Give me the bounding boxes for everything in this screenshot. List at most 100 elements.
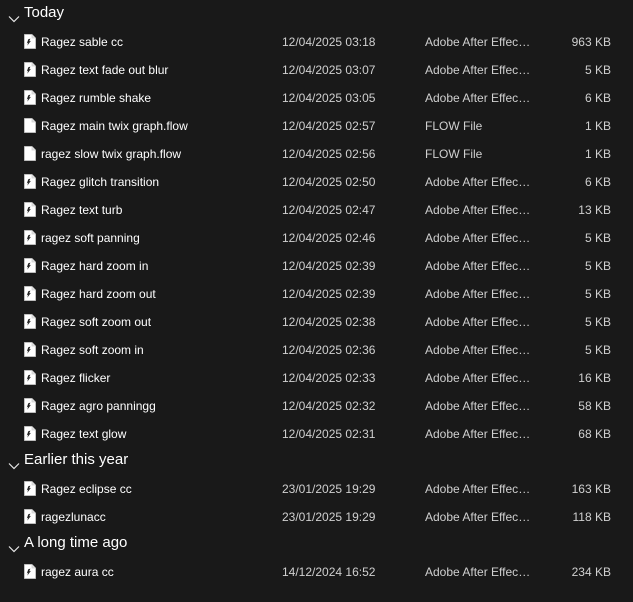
ffx-icon — [24, 509, 36, 524]
file-name[interactable]: Ragez main twix graph.flow — [41, 119, 188, 133]
file-row[interactable]: Ragez glitch transition 12/04/2025 02:50 A… — [0, 168, 633, 196]
file-row[interactable]: Ragez eclipse cc 23/01/2025 19:29 Adobe Af… — [0, 475, 633, 503]
file-size: 118 KB — [572, 510, 611, 524]
file-row[interactable]: Ragez sable cc 12/04/2025 03:18 Adobe Afte… — [0, 28, 633, 56]
file-name[interactable]: Ragez soft zoom out — [41, 315, 151, 329]
chevron-down-icon[interactable] — [8, 457, 20, 470]
file-name[interactable]: Ragez eclipse cc — [41, 482, 132, 496]
file-date-modified: 12/04/2025 02:46 — [282, 231, 376, 245]
group-title: Earlier this year — [24, 451, 129, 468]
file-size: 5 KB — [584, 63, 611, 77]
file-row[interactable]: Ragez soft zoom in 12/04/2025 02:36 Adobe … — [0, 336, 633, 364]
file-name[interactable]: ragezlunacc — [41, 510, 106, 524]
ffx-icon — [24, 426, 36, 441]
file-row[interactable]: Ragez main twix graph.flow 12/04/2025 02:… — [0, 112, 633, 140]
file-name[interactable]: ragez aura cc — [41, 565, 114, 579]
file-type: Adobe After Effects Preset — [425, 259, 533, 273]
file-date-modified: 23/01/2025 19:29 — [282, 510, 376, 524]
file-row[interactable]: Ragez text turb 12/04/2025 02:47 Adobe Aft… — [0, 196, 633, 224]
ffx-icon — [24, 481, 36, 496]
file-size: 1 KB — [584, 119, 611, 133]
file-size: 13 KB — [578, 203, 611, 217]
file-name[interactable]: Ragez hard zoom out — [41, 287, 156, 301]
group-header[interactable]: Today — [0, 1, 633, 28]
file-type: Adobe After Effects Preset — [425, 35, 533, 49]
file-list: Today Ragez sable cc 12/04/2025 03:18 Adobe… — [0, 0, 633, 602]
file-name[interactable]: Ragez text turb — [41, 203, 122, 217]
ffx-icon — [24, 564, 36, 579]
group-header[interactable]: Earlier this year — [0, 448, 633, 475]
file-date-modified: 12/04/2025 02:47 — [282, 203, 376, 217]
file-date-modified: 12/04/2025 02:33 — [282, 371, 376, 385]
file-date-modified: 12/04/2025 02:57 — [282, 119, 376, 133]
chevron-down-icon[interactable] — [8, 10, 20, 23]
file-type: Adobe After Effects Preset — [425, 482, 533, 496]
file-date-modified: 12/04/2025 02:39 — [282, 259, 376, 273]
file-date-modified: 12/04/2025 02:56 — [282, 147, 376, 161]
file-name[interactable]: Ragez sable cc — [41, 35, 123, 49]
file-name[interactable]: Ragez soft zoom in — [41, 343, 144, 357]
file-size: 963 KB — [571, 35, 611, 49]
file-type: Adobe After Effects Preset — [425, 91, 533, 105]
file-size: 58 KB — [578, 399, 611, 413]
ffx-icon — [24, 314, 36, 329]
file-type: Adobe After Effects Preset — [425, 510, 533, 524]
file-row[interactable]: Ragez rumble shake 12/04/2025 03:05 Adobe … — [0, 84, 633, 112]
file-date-modified: 12/04/2025 03:18 — [282, 35, 376, 49]
file-name[interactable]: Ragez text fade out blur — [41, 63, 168, 77]
file-type: Adobe After Effects Preset — [425, 427, 533, 441]
file-row[interactable]: ragezlunacc 23/01/2025 19:29 Adobe After E… — [0, 503, 633, 531]
file-row[interactable]: Ragez soft zoom out 12/04/2025 02:38 Adobe… — [0, 308, 633, 336]
file-row[interactable]: ragez soft panning 12/04/2025 02:46 Adobe … — [0, 224, 633, 252]
file-type: Adobe After Effects Preset — [425, 203, 533, 217]
file-type: Adobe After Effects Preset — [425, 231, 533, 245]
file-date-modified: 23/01/2025 19:29 — [282, 482, 376, 496]
file-row[interactable]: Ragez text fade out blur 12/04/2025 03:07… — [0, 56, 633, 84]
file-date-modified: 12/04/2025 02:50 — [282, 175, 376, 189]
group-title: A long time ago — [24, 534, 128, 551]
file-type: Adobe After Effects Preset — [425, 175, 533, 189]
ffx-icon — [24, 342, 36, 357]
file-row[interactable]: Ragez flicker 12/04/2025 02:33 Adobe After… — [0, 364, 633, 392]
ffx-icon — [24, 34, 36, 49]
file-name[interactable]: Ragez text glow — [41, 427, 126, 441]
group-header[interactable]: A long time ago — [0, 531, 633, 558]
file-size: 6 KB — [584, 91, 611, 105]
file-date-modified: 12/04/2025 02:38 — [282, 315, 376, 329]
file-date-modified: 12/04/2025 03:05 — [282, 91, 376, 105]
file-row[interactable]: Ragez hard zoom in 12/04/2025 02:39 Adobe … — [0, 252, 633, 280]
file-row[interactable]: ragez slow twix graph.flow 12/04/2025 02:… — [0, 140, 633, 168]
file-date-modified: 12/04/2025 03:07 — [282, 63, 376, 77]
file-size: 5 KB — [584, 287, 611, 301]
file-size: 234 KB — [571, 565, 611, 579]
file-icon — [24, 118, 36, 133]
file-name[interactable]: Ragez flicker — [41, 371, 110, 385]
file-name[interactable]: Ragez agro panningg — [41, 399, 156, 413]
file-row[interactable]: Ragez agro panningg 12/04/2025 02:32 Adobe… — [0, 392, 633, 420]
file-name[interactable]: Ragez hard zoom in — [41, 259, 148, 273]
ffx-icon — [24, 370, 36, 385]
file-row[interactable]: ragez aura cc 14/12/2024 16:52 Adobe After… — [0, 558, 633, 586]
file-type: Adobe After Effects Preset — [425, 315, 533, 329]
ffx-icon — [24, 62, 36, 77]
file-date-modified: 12/04/2025 02:31 — [282, 427, 376, 441]
file-size: 5 KB — [584, 315, 611, 329]
file-size: 5 KB — [584, 343, 611, 357]
file-type: Adobe After Effects Preset — [425, 63, 533, 77]
file-size: 16 KB — [578, 371, 611, 385]
file-size: 5 KB — [584, 231, 611, 245]
file-name[interactable]: Ragez glitch transition — [41, 175, 159, 189]
file-type: Adobe After Effects Preset — [425, 399, 533, 413]
file-date-modified: 12/04/2025 02:39 — [282, 287, 376, 301]
file-row[interactable]: Ragez hard zoom out 12/04/2025 02:39 Adobe… — [0, 280, 633, 308]
file-date-modified: 12/04/2025 02:32 — [282, 399, 376, 413]
chevron-down-icon[interactable] — [8, 540, 20, 553]
file-name[interactable]: Ragez rumble shake — [41, 91, 151, 105]
file-name[interactable]: ragez slow twix graph.flow — [41, 147, 181, 161]
file-row[interactable]: Ragez text glow 12/04/2025 02:31 Adobe Aft… — [0, 420, 633, 448]
file-size: 1 KB — [584, 147, 611, 161]
ffx-icon — [24, 230, 36, 245]
ffx-icon — [24, 286, 36, 301]
file-type: FLOW File — [425, 147, 483, 161]
file-name[interactable]: ragez soft panning — [41, 231, 140, 245]
